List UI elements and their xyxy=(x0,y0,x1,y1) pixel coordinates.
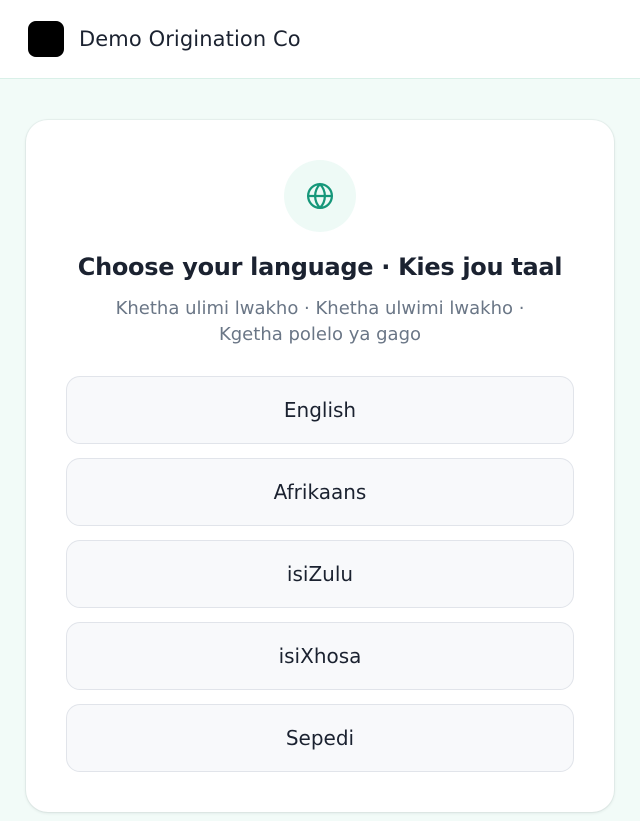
brand-name: Demo Origination Co xyxy=(79,27,301,51)
language-option-isixhosa[interactable]: isiXhosa xyxy=(66,622,574,690)
language-option-sepedi[interactable]: Sepedi xyxy=(66,704,574,772)
page-subtitle: Khetha ulimi lwakho · Khetha ulwimi lwak… xyxy=(115,298,525,345)
globe-badge xyxy=(284,160,356,232)
brand-logo xyxy=(28,21,64,57)
app-header: Demo Origination Co xyxy=(0,0,640,79)
language-option-afrikaans[interactable]: Afrikaans xyxy=(66,458,574,526)
globe-icon xyxy=(307,183,333,209)
page-title: Choose your language · Kies jou taal xyxy=(77,253,563,281)
language-options: English Afrikaans isiZulu isiXhosa Seped… xyxy=(66,376,574,786)
language-card: Choose your language · Kies jou taal Khe… xyxy=(26,120,614,812)
language-option-english[interactable]: English xyxy=(66,376,574,444)
language-option-isizulu[interactable]: isiZulu xyxy=(66,540,574,608)
